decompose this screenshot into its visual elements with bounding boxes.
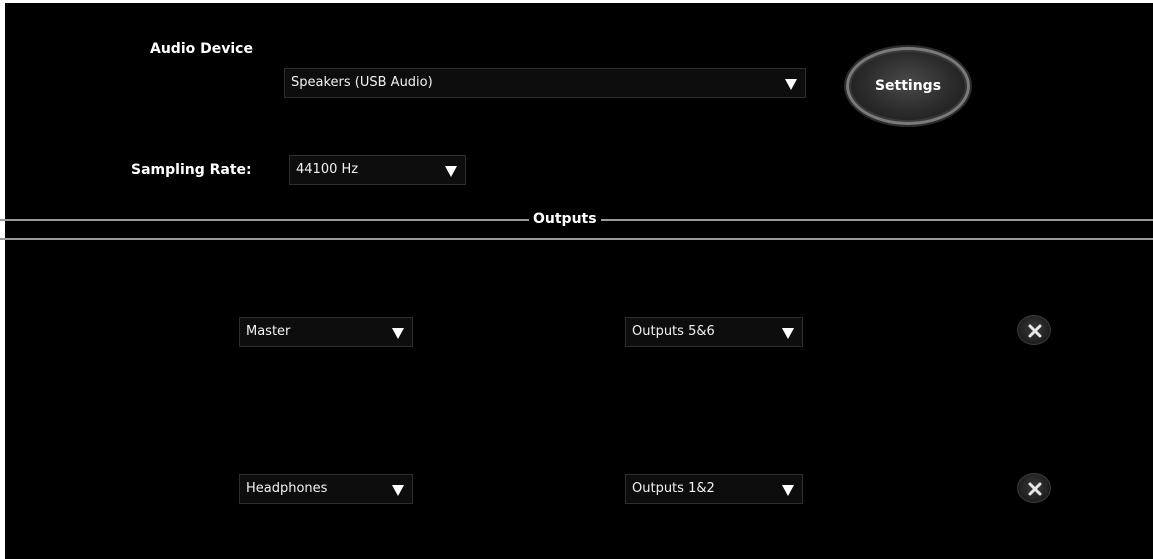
remove-output-button[interactable] [1017,315,1051,345]
sampling-rate-dropdown[interactable]: 44100 Hz [289,155,466,185]
triangle-down-icon [392,328,404,339]
triangle-down-icon [392,485,404,496]
section-divider-bottom [0,238,1153,240]
triangle-down-icon [785,79,797,90]
triangle-down-icon [445,166,457,177]
output-port-dropdown[interactable]: Outputs 5&6 [625,317,803,347]
output-port-dropdown[interactable]: Outputs 1&2 [625,474,803,504]
output-channel-dropdown[interactable]: Master [239,317,413,347]
output-port-value: Outputs 5&6 [632,324,715,339]
output-channel-value: Master [246,324,291,339]
audio-device-label: Audio Device [150,41,253,57]
settings-button[interactable]: Settings [846,47,970,125]
close-icon [1028,482,1042,496]
output-channel-dropdown[interactable]: Headphones [239,474,413,504]
output-channel-value: Headphones [246,481,328,496]
remove-output-button[interactable] [1017,473,1051,503]
audio-device-dropdown[interactable]: Speakers (USB Audio) [284,68,806,98]
audio-device-value: Speakers (USB Audio) [291,75,433,90]
triangle-down-icon [782,485,794,496]
close-icon [1028,324,1042,338]
sampling-rate-value: 44100 Hz [296,162,359,177]
sampling-rate-label: Sampling Rate: [131,162,252,178]
output-port-value: Outputs 1&2 [632,481,715,496]
outputs-section-title: Outputs [529,210,601,228]
triangle-down-icon [782,328,794,339]
